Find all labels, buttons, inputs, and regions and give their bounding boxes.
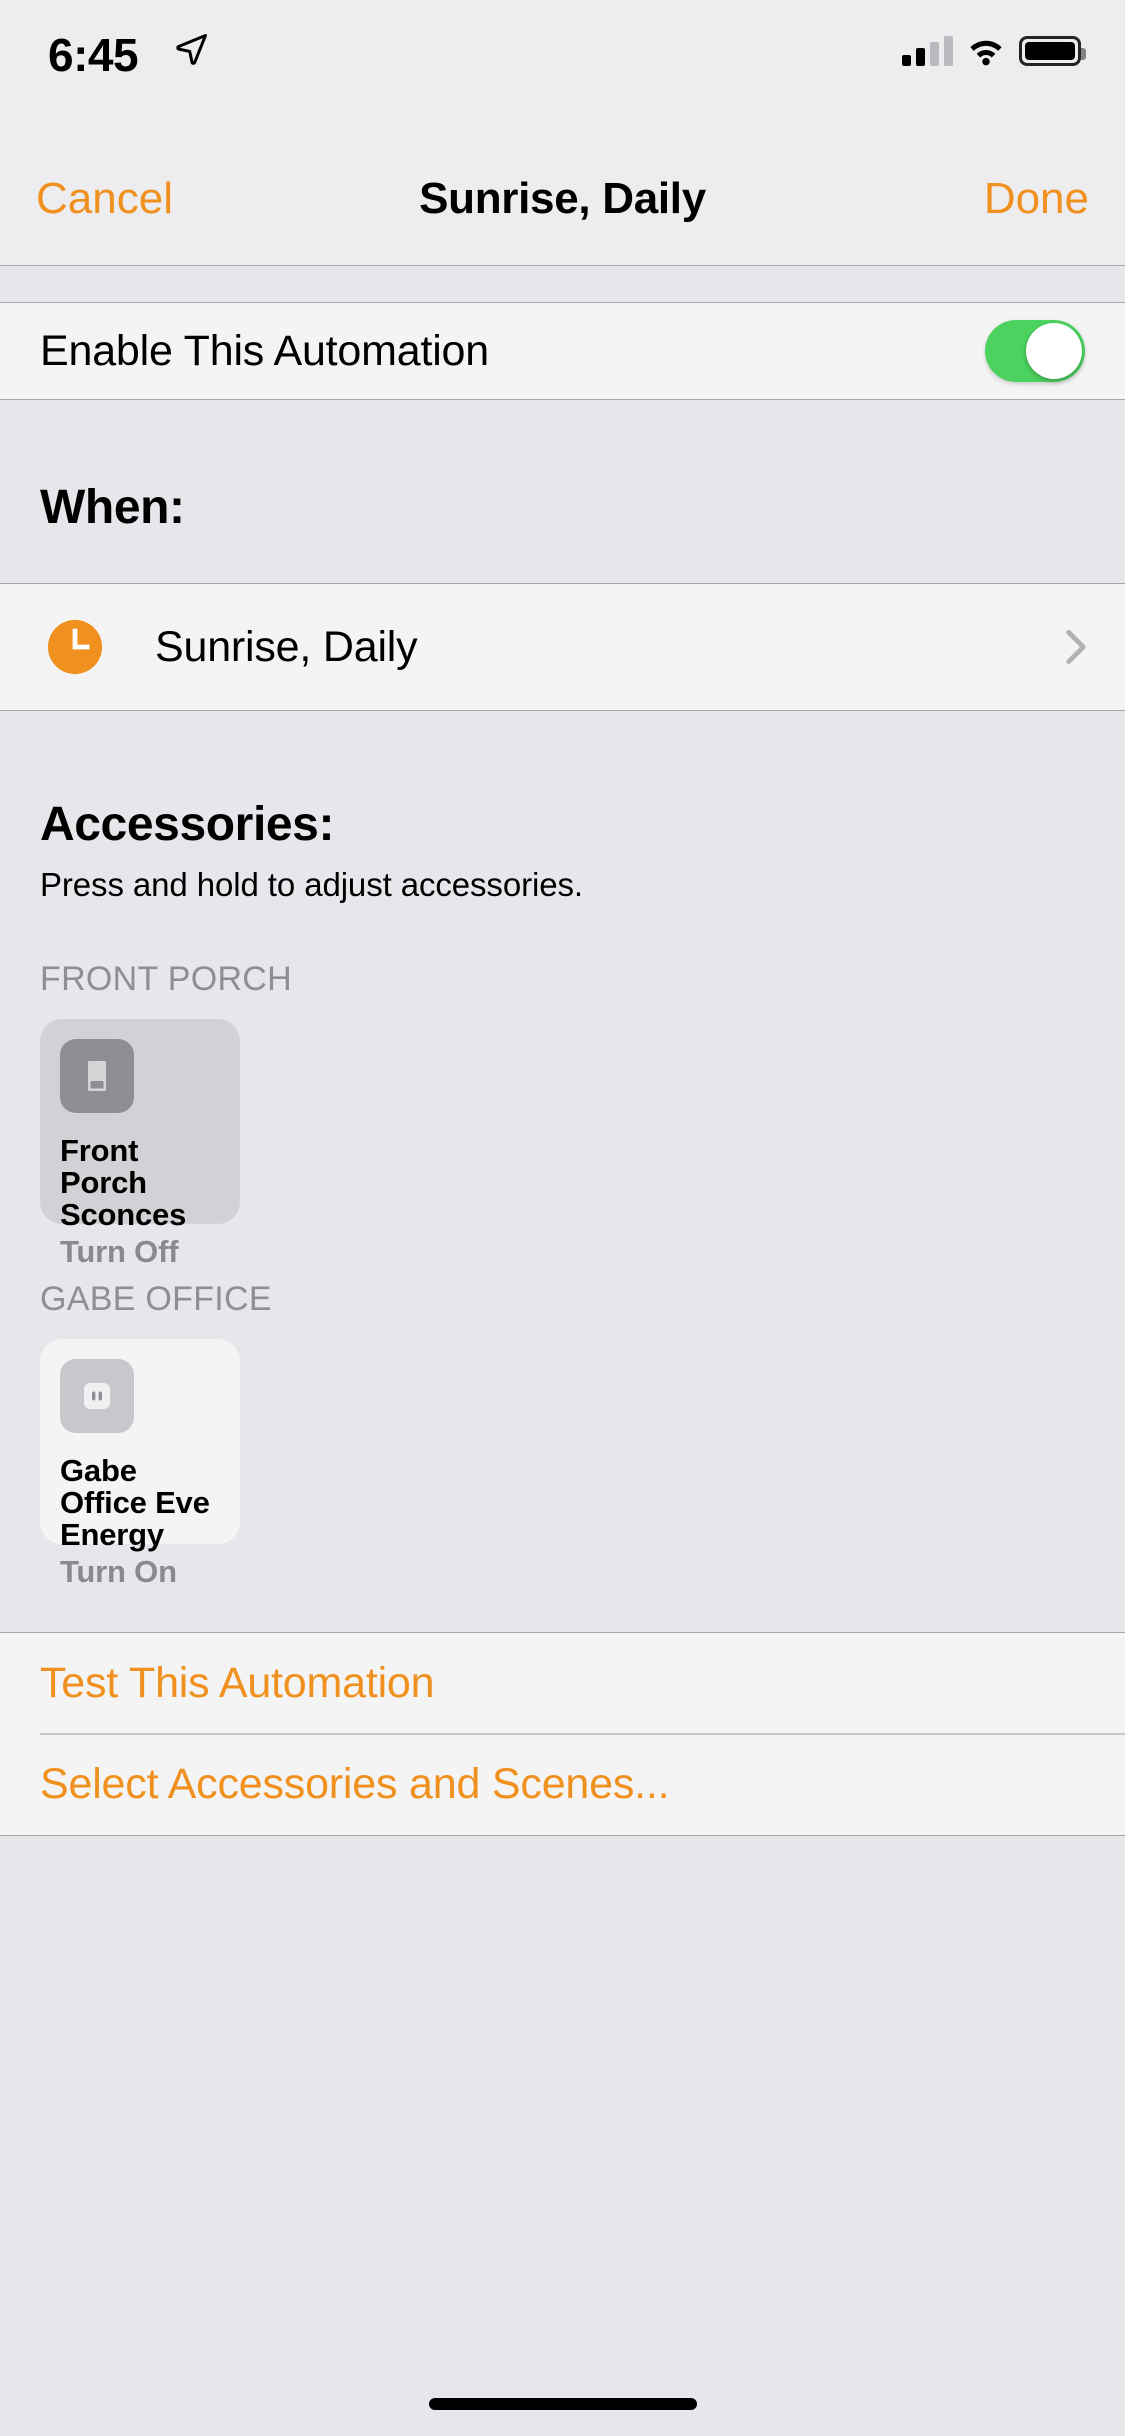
select-accessories-button[interactable]: Select Accessories and Scenes... xyxy=(0,1735,1125,1835)
test-automation-button[interactable]: Test This Automation xyxy=(0,1633,1125,1733)
light-switch-icon xyxy=(88,1061,106,1091)
location-arrow-icon xyxy=(176,34,207,65)
enable-automation-label: Enable This Automation xyxy=(40,326,489,375)
light-switch-icon-wrap xyxy=(60,1039,134,1113)
status-time: 6:45 xyxy=(48,29,139,81)
accessory-name: Front Porch Sconces xyxy=(60,1133,187,1232)
home-indicator-area xyxy=(0,2344,1125,2436)
chevron-right-icon xyxy=(1066,629,1086,665)
cellular-signal-icon xyxy=(902,36,953,66)
home-indicator[interactable] xyxy=(428,2398,697,2410)
cancel-button[interactable]: Cancel xyxy=(36,132,173,266)
status-bar: 6:45 xyxy=(0,0,1125,132)
accessory-name: Gabe Office Eve Energy xyxy=(60,1453,210,1552)
clock-icon xyxy=(47,619,103,675)
trigger-row[interactable]: Sunrise, Daily xyxy=(0,583,1125,711)
enable-automation-row[interactable]: Enable This Automation xyxy=(0,302,1125,400)
accessory-state: Turn Off xyxy=(60,1233,179,1269)
power-outlet-icon-wrap xyxy=(60,1359,134,1433)
power-outlet-icon xyxy=(84,1383,110,1409)
automation-settings-content: Enable This Automation When: Sunrise, Da… xyxy=(0,266,1125,2436)
accessory-tile-gabe-office-eve-energy[interactable]: Gabe Office Eve Energy Turn On xyxy=(40,1339,240,1589)
room-header-front-porch: FRONT PORCH xyxy=(40,960,293,998)
enable-automation-toggle[interactable] xyxy=(985,320,1085,382)
accessories-section: Accessories: Press and hold to adjust ac… xyxy=(0,711,1125,1589)
trigger-label: Sunrise, Daily xyxy=(155,622,418,671)
actions-group: Test This Automation Select Accessories … xyxy=(0,1632,1125,1836)
navigation-bar: Sunrise, Daily Cancel Done xyxy=(0,132,1125,266)
when-section-header: When: xyxy=(40,481,185,534)
accessories-section-header: Accessories: xyxy=(40,798,335,851)
accessories-subtitle: Press and hold to adjust accessories. xyxy=(40,866,583,903)
battery-full-icon xyxy=(1019,36,1086,66)
accessory-tile-front-porch-sconces[interactable]: Front Porch Sconces Turn Off xyxy=(40,1019,240,1269)
done-button[interactable]: Done xyxy=(984,132,1089,266)
wifi-icon xyxy=(970,40,1002,66)
toggle-knob xyxy=(1026,323,1082,379)
accessory-state: Turn On xyxy=(60,1553,177,1589)
iphone-screen: 6:45 Sunrise, Daily Cancel Done Enable T… xyxy=(0,0,1125,2436)
status-indicators xyxy=(902,33,1086,69)
